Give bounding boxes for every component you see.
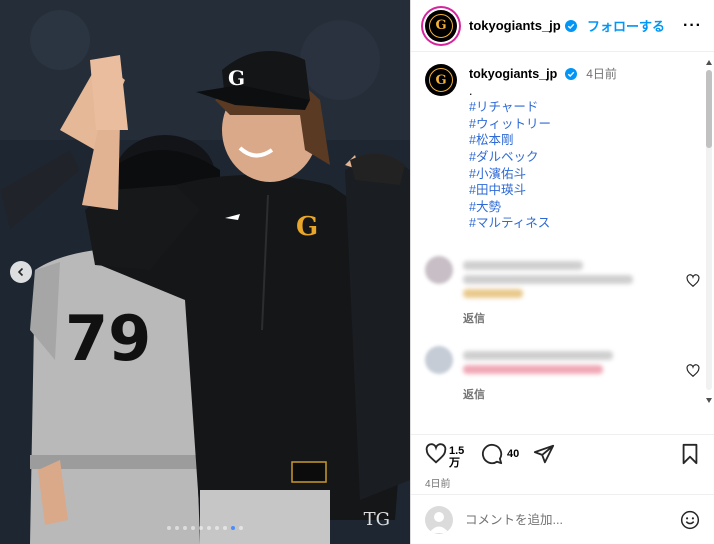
hashtag-link[interactable]: #小濱佑斗 bbox=[469, 166, 617, 183]
like-count: 1.5 万 bbox=[449, 445, 465, 469]
post-dialog: 79 G G TG G tokyogiants_jp フォローする ··· G … bbox=[0, 0, 714, 544]
hashtag-link[interactable]: #マルティネス bbox=[469, 215, 617, 232]
hashtag-link[interactable]: #田中瑛斗 bbox=[469, 182, 617, 199]
post-date: 4日前 bbox=[425, 479, 451, 490]
like-count-unit: 万 bbox=[449, 457, 460, 469]
svg-text:79: 79 bbox=[65, 302, 151, 375]
carousel-indicator bbox=[0, 526, 410, 530]
account-avatar[interactable]: G bbox=[425, 9, 457, 42]
watermark-logo: TG bbox=[363, 509, 390, 530]
save-button[interactable] bbox=[680, 443, 700, 465]
comment-bubble-icon bbox=[481, 443, 503, 465]
like-count-number: 1.5 bbox=[449, 445, 465, 457]
share-plane-icon bbox=[534, 444, 555, 464]
giants-logo-icon: G bbox=[429, 68, 453, 92]
comment-item: 返信 bbox=[411, 345, 714, 402]
comment-item: 返信 bbox=[411, 255, 714, 326]
comment-button[interactable]: 40 bbox=[481, 443, 519, 465]
scroll-down-arrow-icon[interactable] bbox=[706, 398, 712, 403]
comment-count: 40 bbox=[507, 448, 520, 460]
heart-outline-icon[interactable] bbox=[686, 364, 700, 378]
blurred-username bbox=[463, 260, 583, 270]
hashtag-link[interactable]: #ダルベック bbox=[469, 149, 617, 166]
post-header: G tokyogiants_jp フォローする ··· bbox=[411, 0, 714, 52]
header-username[interactable]: tokyogiants_jp bbox=[469, 18, 561, 33]
post-photo[interactable]: 79 G G TG bbox=[0, 0, 410, 544]
comment-body: 返信 bbox=[463, 346, 663, 402]
scrollbar-thumb[interactable] bbox=[706, 70, 712, 148]
carousel-dot bbox=[183, 526, 187, 530]
reply-button[interactable]: 返信 bbox=[463, 386, 663, 402]
carousel-dot bbox=[239, 526, 243, 530]
post-actions: 1.5 万 40 4日前 bbox=[411, 434, 714, 494]
carousel-dot bbox=[175, 526, 179, 530]
caption-avatar[interactable]: G bbox=[425, 64, 457, 96]
like-button[interactable]: 1.5 万 bbox=[425, 443, 465, 469]
heart-icon bbox=[425, 443, 447, 464]
comment-input[interactable] bbox=[465, 512, 665, 527]
comment-avatar[interactable] bbox=[425, 345, 453, 374]
scroll-up-arrow-icon[interactable] bbox=[706, 60, 712, 65]
carousel-dot bbox=[191, 526, 195, 530]
hashtag-link[interactable]: #大勢 bbox=[469, 199, 617, 216]
comment-body: 返信 bbox=[463, 256, 663, 326]
blurred-text bbox=[463, 288, 523, 298]
carousel-dot bbox=[207, 526, 211, 530]
carousel-prev-button[interactable] bbox=[10, 261, 32, 283]
default-avatar-icon bbox=[429, 511, 449, 533]
svg-text:G: G bbox=[296, 212, 318, 242]
caption-username[interactable]: tokyogiants_jp bbox=[469, 67, 557, 81]
comments-scroll-area[interactable]: G tokyogiants_jp 4日前 . #リチャード #ウィットリー #松本剛… bbox=[411, 52, 714, 434]
carousel-dot bbox=[199, 526, 203, 530]
current-user-avatar bbox=[425, 505, 453, 534]
caption-text: . bbox=[469, 83, 473, 98]
svg-text:G: G bbox=[228, 66, 245, 90]
blurred-text bbox=[463, 364, 603, 374]
giants-logo-icon: G bbox=[429, 13, 453, 38]
baseball-players-photo: 79 G G bbox=[0, 0, 410, 544]
heart-outline-icon[interactable] bbox=[686, 274, 700, 288]
hashtag-link[interactable]: #ウィットリー bbox=[469, 116, 617, 133]
scrollbar[interactable] bbox=[706, 58, 712, 408]
blurred-username bbox=[463, 350, 613, 360]
chevron-left-icon bbox=[17, 267, 24, 277]
carousel-dot bbox=[223, 526, 227, 530]
caption-body: tokyogiants_jp 4日前 . #リチャード #ウィットリー #松本剛 #ダ… bbox=[469, 66, 617, 232]
post-caption: G tokyogiants_jp 4日前 . #リチャード #ウィットリー #松本剛… bbox=[411, 52, 714, 232]
emoji-icon[interactable] bbox=[680, 510, 700, 530]
reply-button[interactable]: 返信 bbox=[463, 310, 663, 326]
carousel-dot bbox=[231, 526, 235, 530]
verified-badge-icon bbox=[564, 68, 577, 80]
hashtag-link[interactable]: #リチャード bbox=[469, 99, 617, 116]
hashtag-link[interactable]: #松本剛 bbox=[469, 132, 617, 149]
post-side-panel: G tokyogiants_jp フォローする ··· G tokyogiant… bbox=[410, 0, 714, 544]
share-button[interactable] bbox=[533, 443, 555, 465]
verified-badge-icon bbox=[564, 19, 577, 32]
more-options-button[interactable]: ··· bbox=[683, 17, 702, 35]
carousel-dot bbox=[215, 526, 219, 530]
bookmark-icon bbox=[682, 443, 698, 465]
follow-button[interactable]: フォローする bbox=[587, 16, 665, 35]
blurred-text bbox=[463, 274, 633, 284]
comment-composer bbox=[411, 494, 714, 544]
comment-avatar[interactable] bbox=[425, 255, 453, 284]
carousel-dot bbox=[167, 526, 171, 530]
caption-timestamp: 4日前 bbox=[586, 67, 617, 81]
hashtag-list: #リチャード #ウィットリー #松本剛 #ダルベック #小濱佑斗 #田中瑛斗 #大勢 #マルテ… bbox=[469, 99, 617, 232]
